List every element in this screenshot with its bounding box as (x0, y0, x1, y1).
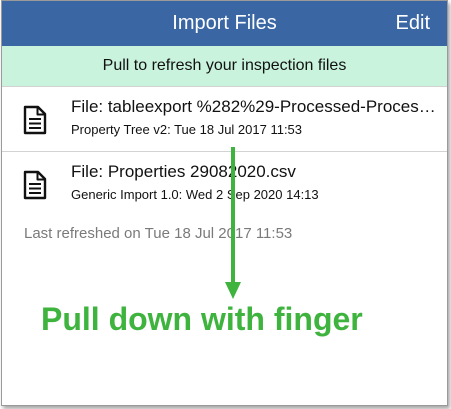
app-window: Import Files Edit Pull to refresh your i… (1, 0, 448, 406)
instruction-caption: Pull down with finger (41, 301, 363, 337)
pull-down-arrow-icon (225, 147, 241, 299)
